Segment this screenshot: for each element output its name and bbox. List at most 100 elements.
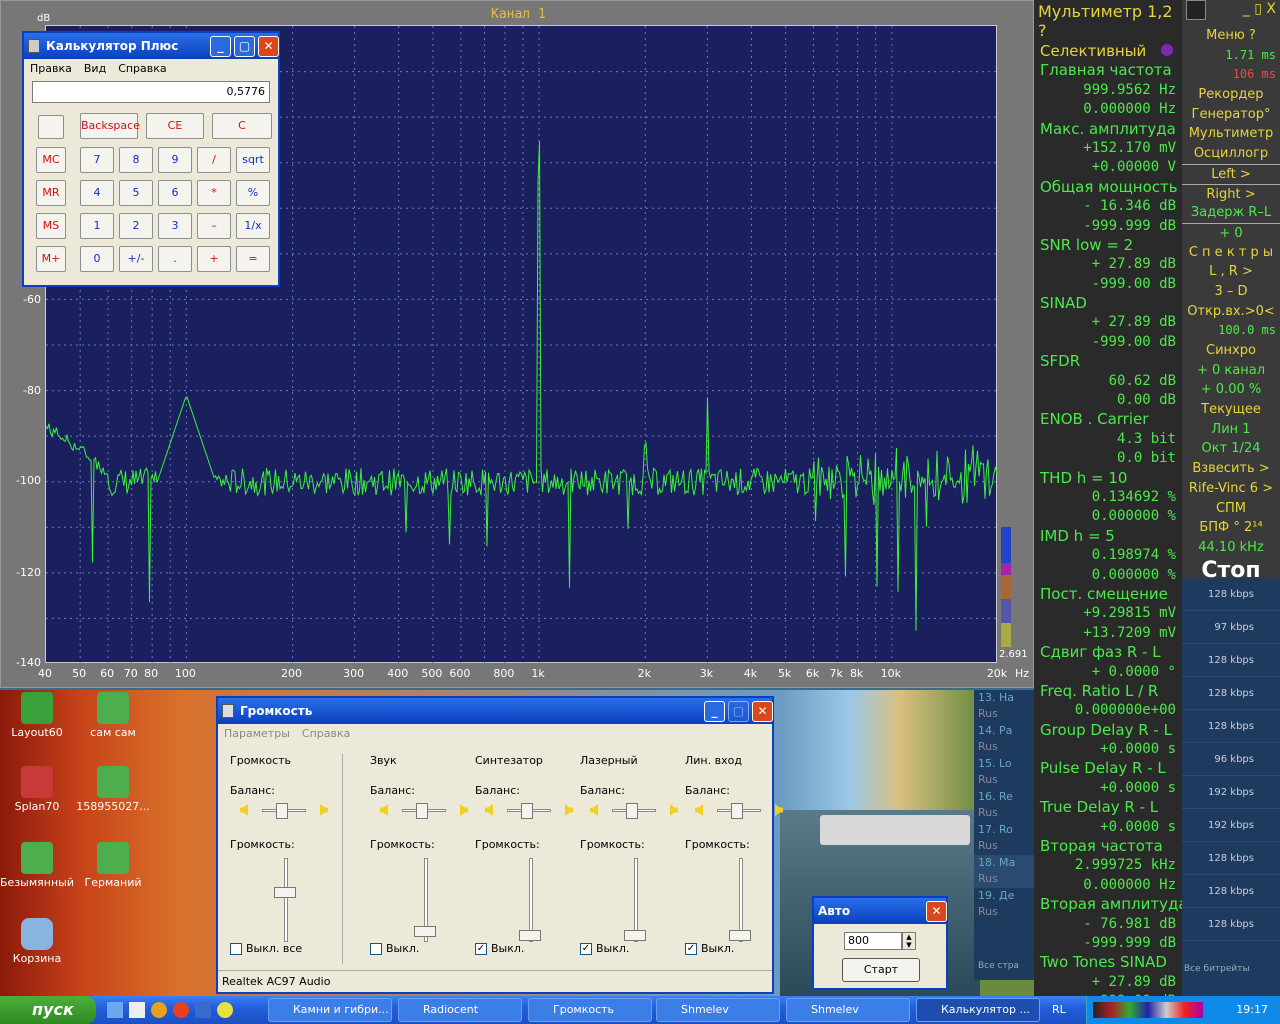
minimize-button[interactable]: _ [704,701,725,722]
playlist-item[interactable]: 14. Ра Rus [974,723,1034,756]
language-indicator[interactable]: RL [1052,1003,1066,1016]
task-browser[interactable]: Камни и гибри... [268,998,392,1022]
desktop-icon-splan70[interactable]: Splan70 [0,766,74,813]
calc-button-mc[interactable]: MC [36,147,66,173]
menu-item[interactable]: Генератор° [1182,105,1280,125]
volume-slider[interactable] [519,930,541,941]
calc-button-ce[interactable]: CE [146,113,204,139]
calc-button[interactable]: . [158,246,192,272]
calc-button[interactable]: – [197,213,231,239]
menu-item[interactable]: БПФ ° 2¹⁴ [1182,518,1280,538]
menu-item[interactable]: Откр.вх.>0< [1182,302,1280,322]
measurement-label[interactable]: Вторая частота [1034,837,1182,856]
playlist-footer[interactable]: Все стра [974,958,1019,991]
volume-slider[interactable] [624,930,646,941]
start-button[interactable]: пуск [0,996,96,1024]
calc-button[interactable]: +/- [119,246,153,272]
yandex-icon[interactable] [173,1002,189,1018]
menu-item[interactable]: Мультиметр [1182,124,1280,144]
balance-slider[interactable] [731,803,743,819]
close-button[interactable]: X [1266,1,1276,17]
calc-button[interactable]: 4 [80,180,114,206]
desktop-icon-recycle-bin[interactable]: Корзина [0,918,74,965]
menu-item[interactable]: Right > [1182,183,1280,204]
volume-slider[interactable] [274,886,296,898]
playlist-item[interactable]: 13. На Rus [974,690,1034,723]
measurement-label[interactable]: Пост. смещение [1034,585,1182,604]
calc-button[interactable]: 1/x [236,213,270,239]
playlist-item[interactable]: 16. Re Rus [974,789,1034,822]
measurement-label[interactable]: IMD h = 5 [1034,527,1182,546]
checkbox-box[interactable] [230,943,242,955]
calc-button[interactable]: 0 [80,246,114,272]
measurement-label[interactable]: Pulse Delay R - L [1034,759,1182,778]
menu-help[interactable]: Справка [302,727,350,740]
balance-slider[interactable] [626,803,638,819]
auto-titlebar[interactable]: Авто ✕ [814,898,947,924]
menu-item[interactable]: Рекордер [1182,85,1280,105]
checkbox-box[interactable]: ✓ [580,943,592,955]
mode-selective[interactable]: Селективный [1034,42,1182,61]
checkbox-box[interactable] [370,943,382,955]
task-shmelev-1[interactable]: Shmelev [656,998,780,1022]
playlist-item[interactable]: 18. Ма Rus [974,855,1034,888]
calc-button-mplus[interactable]: M+ [36,246,66,272]
calc-button-c[interactable]: C [212,113,272,139]
measurement-label[interactable]: SINAD [1034,294,1182,313]
menu-options[interactable]: Параметры [224,727,290,740]
mode-indicator-icon[interactable] [1161,44,1174,56]
measurement-label[interactable]: Макс. амплитуда [1034,120,1182,139]
measurement-label[interactable]: Сдвиг фаз R - L [1034,643,1182,662]
menu-item[interactable]: Синхро [1182,341,1280,361]
yandex-browser-icon[interactable] [217,1002,233,1018]
calc-button-mr[interactable]: MR [36,180,66,206]
desktop-icon-layout60[interactable]: Layout60 [0,692,74,739]
menu-item[interactable]: СПМ [1182,499,1280,519]
volume-control-window[interactable]: Громкость _ ▢ ✕ Параметры Справка Громкос… [216,696,783,994]
measurement-label[interactable]: Two Tones SINAD [1034,953,1182,972]
calc-button[interactable]: * [197,180,231,206]
volume-slider[interactable] [729,930,751,941]
mute-checkbox[interactable]: ✓ Выкл. [580,942,629,955]
calc-button[interactable]: 2 [119,213,153,239]
playlist-item[interactable]: 15. Lo Rus [974,756,1034,789]
task-shmelev-2[interactable]: Shmelev [786,998,910,1022]
menu-help[interactable]: Справка [118,62,166,75]
menu-item[interactable]: 44.10 kHz [1182,538,1280,558]
menu-item[interactable]: + 0.00 % [1182,380,1280,400]
volume-track[interactable] [284,858,288,942]
volume-titlebar[interactable]: Громкость _ ▢ ✕ [218,698,773,724]
calc-button-backspace[interactable]: Backspace [80,113,140,139]
auto-value-input[interactable]: 800 [844,932,902,950]
menu-item[interactable]: Left > [1182,163,1280,184]
minimize-button[interactable]: _ [210,36,231,57]
browser-icon[interactable] [151,1002,167,1018]
calc-button[interactable]: sqrt [236,147,270,173]
maximize-button[interactable]: ▯ [1254,1,1262,17]
checkbox-box[interactable]: ✓ [685,943,697,955]
menu-item[interactable]: 3 – D [1182,282,1280,302]
menu-item[interactable]: С п е к т р ы [1182,243,1280,263]
calc-button[interactable]: + [197,246,231,272]
measurement-label[interactable]: ENOB . Carrier [1034,410,1182,429]
balance-slider[interactable] [416,803,428,819]
calc-button[interactable]: 1 [80,213,114,239]
menu-item[interactable]: Осциллогр [1182,144,1280,164]
menu-item[interactable]: Задерж R–L [1182,203,1280,223]
calculator-window[interactable]: Калькулятор Плюс _ ▢ ✕ Правка Вид Справка … [22,31,280,287]
measurement-label[interactable]: Общая мощность [1034,178,1182,197]
calc-button[interactable]: 9 [158,147,192,173]
close-button[interactable]: ✕ [752,701,773,722]
menu-edit[interactable]: Правка [30,62,72,75]
balance-slider[interactable] [521,803,533,819]
menu-item[interactable]: Меню ? [1182,26,1280,46]
mute-checkbox[interactable]: Выкл. все [230,942,302,955]
menu-item[interactable]: L , R > [1182,262,1280,282]
mute-checkbox[interactable]: Выкл. [370,942,419,955]
calc-button[interactable]: = [236,246,270,272]
notepad-icon[interactable] [129,1002,145,1018]
task-radiocent[interactable]: Radiocent [398,998,522,1022]
measurement-label[interactable]: Вторая амплитуда [1034,895,1182,914]
show-desktop-icon[interactable] [107,1002,123,1018]
bitrate-footer[interactable]: Все битрейты [1184,964,1250,974]
